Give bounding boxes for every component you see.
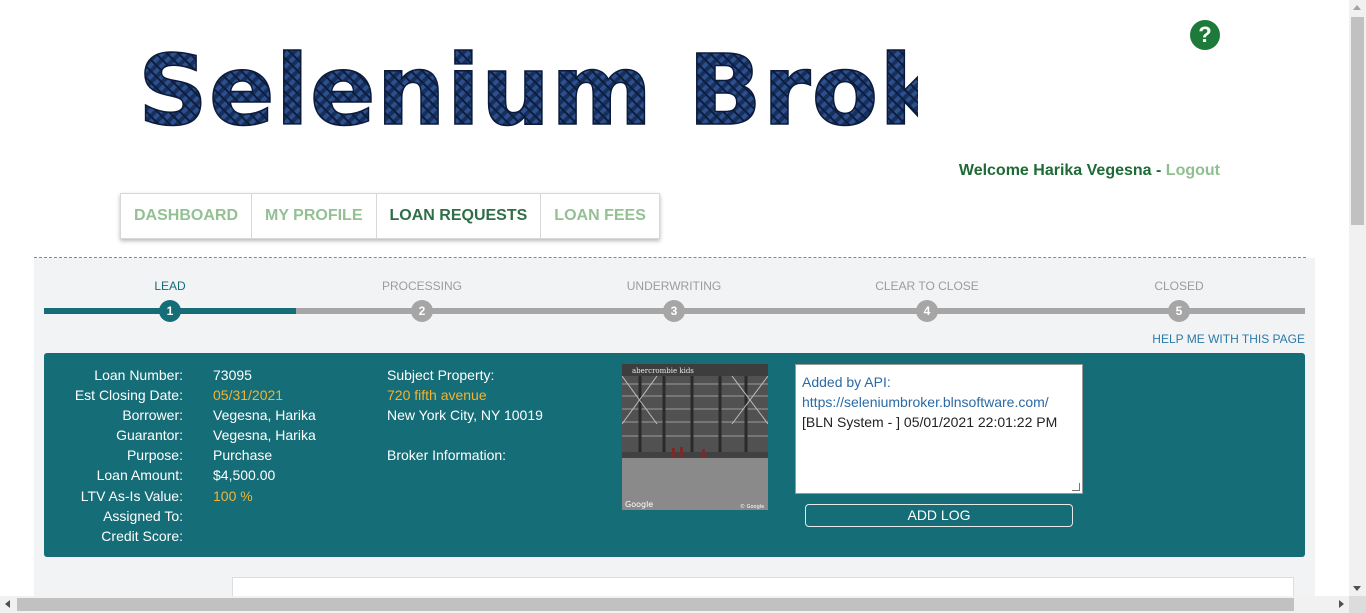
field-label: Assigned To: (103, 507, 183, 524)
step-number: 4 (916, 300, 938, 322)
broker-info-label: Broker Information: (387, 447, 507, 463)
scroll-right-icon[interactable] (1339, 600, 1344, 608)
loan-summary: Loan Number: 73095 Est Closing Date: 05/3… (44, 353, 1305, 557)
step-label: LEAD (154, 279, 186, 293)
field-value: $4,500.00 (213, 467, 276, 484)
step-processing[interactable]: PROCESSING 2 (352, 278, 492, 322)
subject-city: New York City, NY 10019 (387, 407, 543, 423)
log-textarea[interactable]: Added by API: https://seleniumbroker.bln… (795, 364, 1083, 494)
selenium-broker-logo[interactable]: Selenium Broker (137, 30, 1057, 148)
step-number: 5 (1168, 300, 1190, 322)
nav-loan-fees[interactable]: LOAN FEES (541, 194, 659, 238)
loan-fields: Loan Number: 73095 Est Closing Date: 05/3… (44, 365, 364, 546)
page: Selenium Broker ? Welcome Harika Vegesna… (0, 0, 1366, 613)
photo-watermark: Google (625, 500, 653, 509)
field-purpose: Purpose: Purchase (44, 445, 364, 465)
subject-property: Subject Property: 720 fifth avenue New Y… (387, 365, 543, 465)
question-icon[interactable]: ? (1190, 20, 1220, 50)
progress-tracker: LEAD 1 PROCESSING 2 UNDERWRITING 3 CLEAR… (44, 278, 1305, 328)
vertical-scrollbar[interactable] (1349, 0, 1366, 596)
step-label: PROCESSING (381, 279, 462, 293)
help-page-link[interactable]: HELP ME WITH THIS PAGE (1152, 332, 1305, 346)
log-line-entry: [BLN System - ] 05/01/2021 22:01:22 PM (802, 414, 1058, 430)
welcome-bar: Welcome Harika Vegesna - Logout (959, 162, 1220, 180)
step-number: 3 (663, 300, 685, 322)
field-label: Guarantor: (116, 427, 183, 444)
horizontal-scrollbar[interactable] (0, 596, 1366, 613)
step-number: 1 (159, 300, 181, 322)
field-assigned-to: Assigned To: (44, 506, 364, 526)
photo-copyright: © Google (740, 503, 764, 510)
field-borrower: Borrower: Vegesna, Harika (44, 405, 364, 425)
field-label: LTV As-Is Value: (80, 487, 183, 504)
vertical-scroll-thumb[interactable] (1351, 17, 1364, 225)
field-value[interactable]: 05/31/2021 (213, 385, 283, 405)
field-value: Purchase (213, 447, 273, 464)
field-value[interactable]: 100 % (213, 486, 253, 506)
step-underwriting[interactable]: UNDERWRITING 3 (604, 278, 744, 322)
log-line-api: Added by API: (802, 374, 891, 390)
field-ltv: LTV As-Is Value: 100 % (44, 486, 364, 506)
photo-sign: abercrombie kids (632, 367, 694, 375)
field-value: Vegesna, Harika (213, 407, 316, 424)
field-loan-amount: Loan Amount: $4,500.00 (44, 465, 364, 485)
field-label: Purpose: (126, 447, 183, 464)
step-lead[interactable]: LEAD 1 (100, 278, 240, 322)
scrollbar-corner (1349, 596, 1366, 613)
field-label: Credit Score: (101, 527, 183, 544)
step-label: UNDERWRITING (626, 279, 722, 293)
field-loan-number: Loan Number: 73095 (44, 365, 364, 385)
subject-property-label: Subject Property: (387, 367, 495, 383)
field-label: Loan Number: (94, 367, 183, 383)
field-credit-score: Credit Score: (44, 526, 364, 546)
step-label: CLOSED (1154, 279, 1204, 293)
nav-loan-requests[interactable]: LOAN REQUESTS (377, 194, 542, 238)
horizontal-scroll-thumb[interactable] (17, 598, 1294, 611)
field-label: Loan Amount: (96, 467, 183, 484)
step-closed[interactable]: CLOSED 5 (1109, 278, 1249, 322)
street-image: abercrombie kids Google © Google (622, 364, 768, 510)
field-label: Est Closing Date: (74, 387, 183, 404)
scroll-down-icon[interactable] (1353, 586, 1361, 591)
field-est-closing-date: Est Closing Date: 05/31/2021 (44, 385, 364, 405)
nav-my-profile[interactable]: MY PROFILE (252, 194, 377, 238)
log-line-url: https://seleniumbroker.blnsoftware.com/ (802, 394, 1049, 410)
step-clear-to-close[interactable]: CLEAR TO CLOSE 4 (857, 278, 997, 322)
property-street-photo[interactable]: abercrombie kids Google © Google (622, 364, 768, 510)
logout-link[interactable]: Logout (1166, 162, 1220, 179)
resize-handle-icon[interactable] (1072, 483, 1080, 491)
main-nav: DASHBOARD MY PROFILE LOAN REQUESTS LOAN … (120, 193, 660, 239)
logo-text: Selenium Broker (138, 34, 918, 142)
scroll-left-icon[interactable] (5, 600, 10, 608)
scroll-up-icon[interactable] (1353, 5, 1361, 10)
welcome-text: Welcome Harika Vegesna - (958, 162, 1166, 179)
logo-graphic: Selenium Broker (137, 33, 1057, 148)
field-guarantor: Guarantor: Vegesna, Harika (44, 425, 364, 445)
field-label: Borrower: (122, 407, 183, 424)
nav-dashboard[interactable]: DASHBOARD (121, 194, 252, 238)
field-value: 73095 (213, 367, 252, 383)
field-value: Vegesna, Harika (213, 427, 316, 444)
subject-address-link[interactable]: 720 fifth avenue (387, 385, 543, 405)
step-label: CLEAR TO CLOSE (875, 279, 979, 293)
add-log-button[interactable]: ADD LOG (805, 504, 1073, 527)
step-number: 2 (411, 300, 433, 322)
